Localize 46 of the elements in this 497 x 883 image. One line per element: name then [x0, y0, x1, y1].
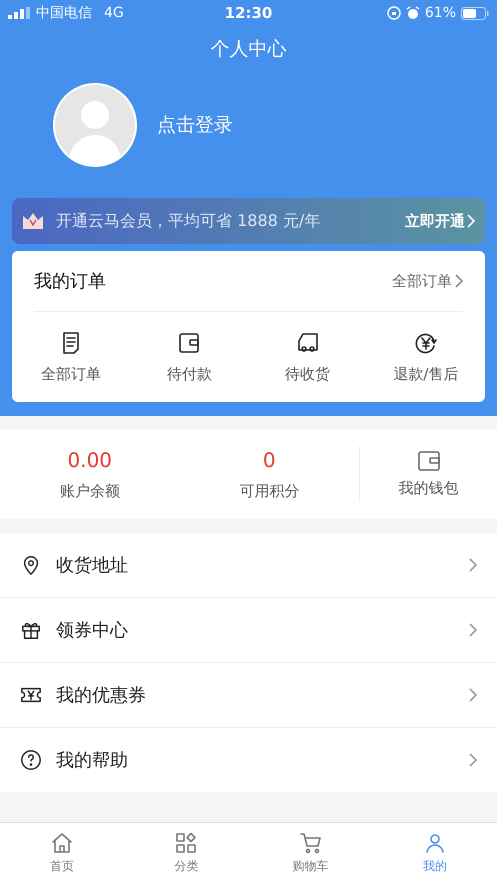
order-status-item[interactable]: 待收货 — [285, 330, 330, 384]
menu-item[interactable]: 收货地址 — [0, 533, 497, 598]
status-time: 12:30 — [224, 4, 272, 22]
chevron-icon — [469, 753, 477, 767]
menu-item[interactable]: 我的优惠券 — [0, 663, 497, 728]
stat-label: 账户余额 — [60, 482, 120, 500]
all-orders-link[interactable]: 全部订单 — [392, 272, 463, 290]
page-title: 个人中心 — [210, 37, 288, 62]
chevron-icon — [469, 558, 477, 572]
avatar-placeholder[interactable] — [53, 83, 137, 167]
stat-label: 可用积分 — [239, 482, 300, 500]
vip-banner[interactable]: 开通云马会员，平均可省 1888 元/年 立即开通 — [12, 198, 485, 244]
home-icon — [50, 831, 74, 855]
orders-title: 我的订单 — [34, 270, 106, 293]
stat-value: 0 — [262, 448, 276, 472]
open-vip-button[interactable]: 立即开通 — [405, 212, 475, 230]
chevron-icon — [467, 214, 475, 228]
network-type: 4G — [104, 5, 124, 21]
tab-item[interactable]: 分类 — [124, 823, 248, 883]
wallet-icon — [418, 450, 440, 470]
crown-icon — [22, 212, 44, 230]
order-status-item[interactable]: 退款/售后 — [393, 330, 458, 384]
carrier-name: 中国电信 — [36, 4, 92, 22]
alarm-icon — [406, 6, 420, 20]
order-status-item[interactable]: 待付款 — [166, 330, 212, 384]
signal-icon — [8, 7, 30, 19]
battery-icon — [461, 6, 489, 20]
menu-item[interactable]: 领券中心 — [0, 598, 497, 663]
order-status-item[interactable]: 全部订单 — [41, 330, 102, 384]
chevron-icon — [469, 688, 477, 702]
truck-icon — [296, 330, 320, 354]
help-icon — [20, 749, 42, 771]
vip-promo-text: 开通云马会员，平均可省 1888 元/年 — [56, 210, 322, 232]
stat-value: 0.00 — [67, 448, 112, 472]
tab-item[interactable]: 购物车 — [248, 823, 373, 883]
wallet-icon — [177, 330, 202, 354]
grid-icon — [174, 831, 198, 855]
refund-icon — [414, 330, 438, 354]
rotation-lock-icon — [386, 6, 401, 20]
cart-icon — [298, 831, 323, 855]
tab-item[interactable]: 首页 — [0, 823, 124, 883]
battery-percent: 61% — [424, 5, 456, 21]
menu-item[interactable]: 我的帮助 — [0, 728, 497, 792]
wallet-button[interactable]: 我的钱包 — [359, 446, 497, 502]
chevron-icon — [455, 274, 463, 288]
chevron-icon — [469, 623, 477, 637]
